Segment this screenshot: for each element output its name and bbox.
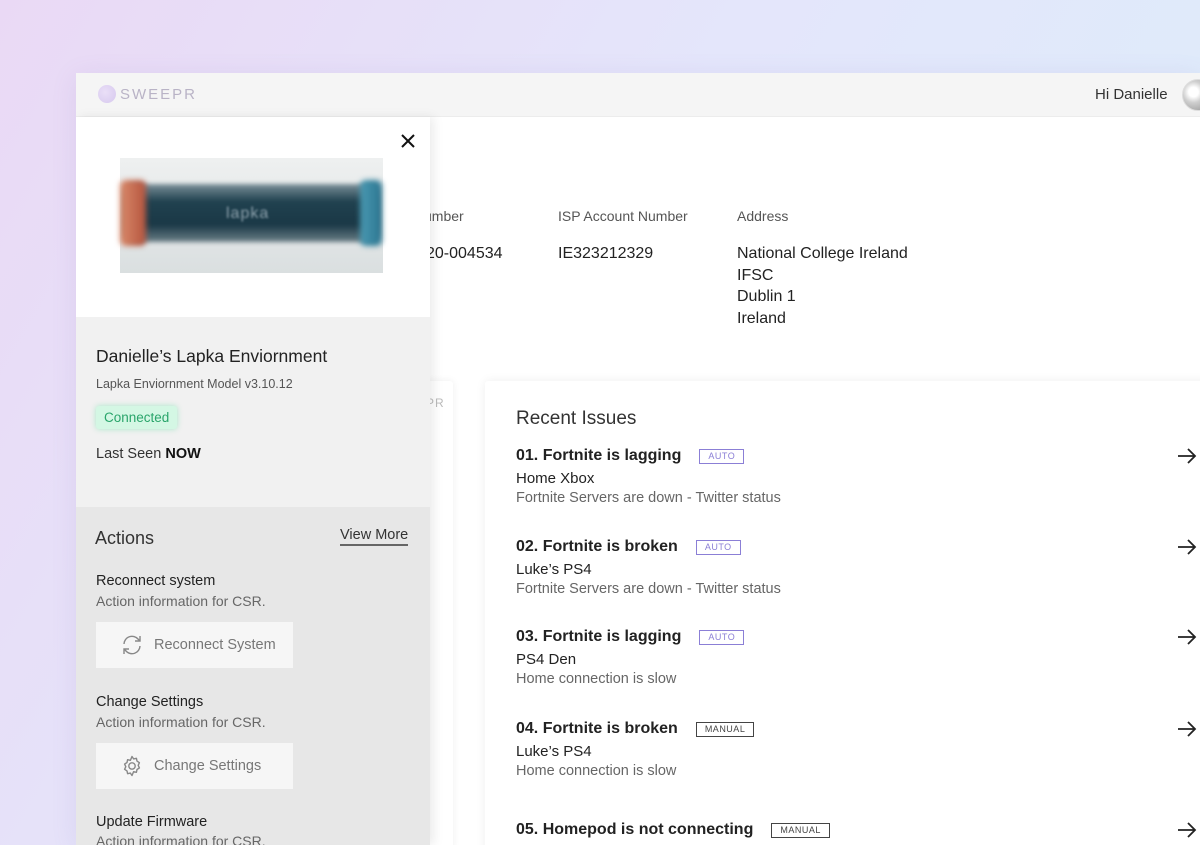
action-name: Reconnect system — [96, 573, 216, 589]
isp-account-label: ISP Account Number — [558, 208, 688, 224]
arrow-right-icon[interactable] — [1176, 718, 1198, 740]
issue-item[interactable]: 04. Fortnite is broken MANUAL Luke’s PS4… — [516, 718, 1197, 779]
device-image-area: lapka — [76, 117, 430, 317]
issue-badge: AUTO — [695, 539, 741, 555]
issue-title: 02. Fortnite is broken — [516, 538, 678, 555]
change-settings-label: Change Settings — [154, 758, 262, 774]
status-badge: Connected — [96, 406, 178, 429]
action-name: Update Firmware — [96, 814, 208, 830]
issue-badge: MANUAL — [771, 822, 830, 838]
top-bar: SWEEPR Hi Danielle — [76, 73, 1200, 117]
device-name: Danielle’s Lapka Enviornment — [96, 346, 328, 366]
view-more-link[interactable]: View More — [340, 527, 409, 546]
refresh-icon — [123, 635, 141, 655]
issue-device: Luke’s PS4 — [516, 743, 592, 760]
issue-description: Fortnite Servers are down - Twitter stat… — [516, 581, 781, 597]
change-settings-button[interactable]: Change Settings — [96, 743, 293, 789]
arrow-right-icon[interactable] — [1176, 445, 1198, 467]
action-name: Change Settings — [96, 694, 204, 710]
isp-account-value: IE323212329 — [558, 245, 654, 262]
issue-badge: MANUAL — [695, 721, 755, 737]
last-seen-label: Last Seen — [96, 446, 162, 462]
last-seen: Last Seen NOW — [96, 446, 201, 462]
reconnect-system-label: Reconnect System — [154, 637, 276, 653]
issue-description: Fortnite Servers are down - Twitter stat… — [516, 490, 781, 506]
issue-title: 03. Fortnite is lagging — [516, 628, 682, 645]
account-number-value: 20-004534 — [426, 245, 503, 262]
issue-badge: AUTO — [699, 448, 745, 464]
issue-item[interactable]: 01. Fortnite is lagging AUTO Home Xbox F… — [516, 445, 1197, 506]
logo[interactable]: SWEEPR — [98, 85, 197, 103]
avatar[interactable] — [1182, 79, 1200, 111]
issue-device: Home Xbox — [516, 470, 595, 487]
device-model: Lapka Enviornment Model v3.10.12 — [96, 377, 293, 391]
address-value: National College Ireland IFSC Dublin 1 I… — [737, 243, 908, 329]
action-info: Action information for CSR. — [96, 833, 266, 845]
action-info: Action information for CSR. — [96, 593, 266, 609]
device-panel: lapka Danielle’s Lapka Enviornment Lapka… — [76, 117, 430, 845]
issue-item[interactable]: 03. Fortnite is lagging AUTO PS4 Den Hom… — [516, 626, 1197, 687]
device-image-label: lapka — [226, 205, 270, 222]
address-line: National College Ireland — [737, 245, 908, 262]
logo-icon — [98, 85, 116, 103]
address-line: IFSC — [737, 266, 774, 284]
arrow-right-icon[interactable] — [1176, 536, 1198, 558]
reconnect-system-button[interactable]: Reconnect System — [96, 622, 293, 668]
user-greeting: Hi Danielle — [1095, 86, 1168, 103]
close-icon[interactable] — [398, 131, 418, 151]
issue-badge: AUTO — [699, 629, 745, 645]
logo-text: SWEEPR — [120, 85, 198, 103]
issue-device: Luke’s PS4 — [516, 561, 592, 578]
issue-description: Home connection is slow — [516, 763, 677, 779]
address-line: Dublin 1 — [737, 288, 796, 305]
device-image: lapka — [120, 158, 383, 273]
recent-issues-card: Recent Issues 01. Fortnite is lagging AU… — [485, 381, 1200, 845]
issue-description: Home connection is slow — [516, 671, 677, 687]
last-seen-value: NOW — [165, 446, 201, 462]
gear-icon — [123, 755, 141, 777]
actions-title: Actions — [95, 528, 155, 548]
recent-issues-title: Recent Issues — [516, 408, 637, 429]
address-label: Address — [737, 208, 789, 224]
actions-section: Actions View More Reconnect system Actio… — [76, 507, 430, 845]
issue-device: PS4 Den — [516, 651, 577, 668]
issue-item[interactable]: 02. Fortnite is broken AUTO Luke’s PS4 F… — [516, 536, 1197, 597]
app-window: SWEEPR Hi Danielle umber ISP Account Num… — [76, 73, 1200, 845]
issue-title: 05. Homepod is not connecting — [516, 821, 754, 838]
arrow-right-icon[interactable] — [1176, 819, 1198, 841]
arrow-right-icon[interactable] — [1176, 626, 1198, 648]
issue-title: 01. Fortnite is lagging — [516, 447, 682, 464]
issue-item[interactable]: 05. Homepod is not connecting MANUAL — [516, 819, 1197, 841]
issue-title: 04. Fortnite is broken — [516, 720, 678, 737]
action-info: Action information for CSR. — [96, 714, 266, 730]
address-line: Ireland — [737, 309, 786, 327]
